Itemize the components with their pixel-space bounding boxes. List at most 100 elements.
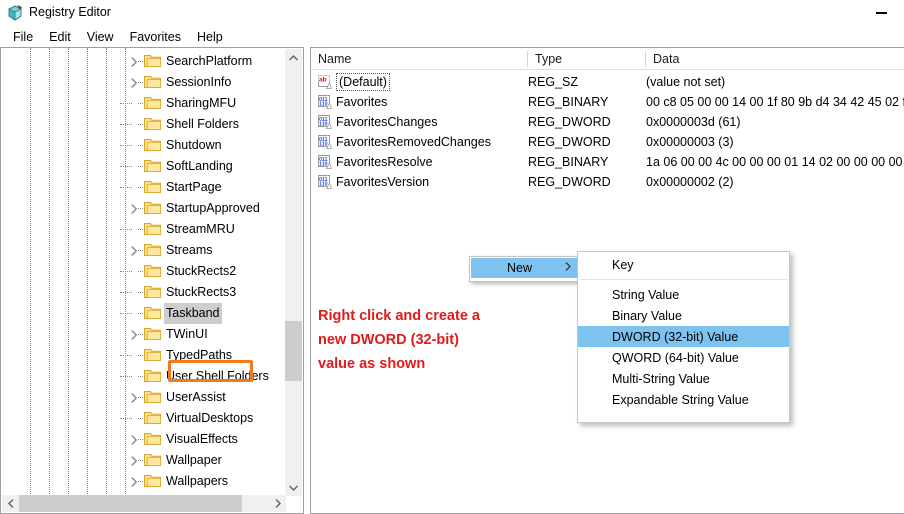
tree-connector-line (120, 229, 132, 230)
column-header-data[interactable]: Data (646, 48, 904, 70)
tree-horizontal-scrollbar[interactable] (2, 495, 286, 512)
context-menu-item-new[interactable]: New (471, 258, 579, 278)
tree-item-taskband[interactable]: Taskband (1, 303, 286, 324)
folder-icon (144, 96, 161, 110)
folder-icon (144, 348, 161, 362)
value-type: REG_BINARY (528, 155, 609, 169)
value-row[interactable]: 011 110 FavoritesResolve REG_BINARY 1a 06 00… (311, 152, 904, 172)
main-content: SearchPlatform SessionInfo SharingMFU Shell… (0, 47, 904, 514)
value-row[interactable]: 011 110 FavoritesChanges REG_DWORD 0x0000003… (311, 112, 904, 132)
submenu-item-label: Binary Value (612, 308, 682, 323)
column-header-name[interactable]: Name (311, 48, 528, 70)
tree-item-label: SoftLanding (166, 159, 233, 173)
tree-item-virtualdesktops[interactable]: VirtualDesktops (1, 408, 286, 429)
tree-item-stuckrects2[interactable]: StuckRects2 (1, 261, 286, 282)
scroll-up-arrow-icon[interactable] (285, 49, 302, 66)
tree-connector-dash (138, 334, 143, 335)
tree-item-label: Wallpapers (166, 474, 229, 488)
tree-connector-line (120, 355, 132, 356)
value-row[interactable]: 011 110 FavoritesRemovedChanges REG_DWORD 0x… (311, 132, 904, 152)
value-type: REG_DWORD (528, 115, 611, 129)
scroll-right-arrow-icon[interactable] (269, 495, 286, 512)
menu-view[interactable]: View (79, 28, 122, 46)
menu-edit[interactable]: Edit (41, 28, 79, 46)
svg-text:110: 110 (319, 101, 327, 107)
tree-item-label: TypedPaths (166, 348, 233, 362)
tree-item-label: StartPage (166, 180, 222, 194)
value-row[interactable]: ab (Default) REG_SZ (value not set) (311, 72, 904, 92)
tree-item-label: Wallpaper (166, 453, 222, 467)
instruction-annotation: Right click and create a new DWORD (32-b… (318, 308, 480, 372)
tree-hscroll-thumb[interactable] (19, 495, 242, 512)
tree-item-startupapproved[interactable]: StartupApproved (1, 198, 286, 219)
value-name: Favorites (336, 95, 388, 109)
tree-item-label: VisualEffects (166, 432, 238, 446)
tree-connector-line (120, 166, 132, 167)
tree-connector-dash (138, 418, 143, 419)
tree-item-softlanding[interactable]: SoftLanding (1, 156, 286, 177)
tree-item-label: VirtualDesktops (166, 411, 254, 425)
submenu-item-dword-32-bit-value[interactable]: DWORD (32-bit) Value (578, 326, 789, 347)
tree-item-user-shell-folders[interactable]: User Shell Folders (1, 366, 286, 387)
tree-item-searchplatform[interactable]: SearchPlatform (1, 51, 286, 72)
tree-item-streammru[interactable]: StreamMRU (1, 219, 286, 240)
scroll-left-arrow-icon[interactable] (2, 495, 19, 512)
tree-item-sessioninfo[interactable]: SessionInfo (1, 72, 286, 93)
value-type: REG_DWORD (528, 135, 611, 149)
tree-item-twinui[interactable]: TWinUI (1, 324, 286, 345)
tree-item-label: User Shell Folders (166, 369, 269, 383)
registry-tree[interactable]: SearchPlatform SessionInfo SharingMFU Shell… (1, 48, 286, 496)
tree-connector-dash (138, 103, 143, 104)
tree-item-shell-folders[interactable]: Shell Folders (1, 114, 286, 135)
tree-connector-line (120, 418, 132, 419)
menu-file[interactable]: File (5, 28, 41, 46)
submenu-item-multi-string-value[interactable]: Multi-String Value (578, 368, 789, 389)
scroll-down-arrow-icon[interactable] (285, 479, 302, 496)
tree-item-userassist[interactable]: UserAssist (1, 387, 286, 408)
menu-bar: File Edit View Favorites Help (0, 26, 904, 47)
submenu-item-expandable-string-value[interactable]: Expandable String Value (578, 389, 789, 410)
folder-icon (144, 243, 161, 257)
value-row[interactable]: 011 110 Favorites REG_BINARY 00 c8 05 00 00 … (311, 92, 904, 112)
value-name: FavoritesVersion (336, 175, 430, 189)
folder-icon (144, 474, 161, 488)
folder-icon (144, 75, 161, 89)
tree-connector-line (120, 145, 132, 146)
submenu-item-binary-value[interactable]: Binary Value (578, 305, 789, 326)
registry-tree-pane: SearchPlatform SessionInfo SharingMFU Shell… (0, 47, 304, 514)
svg-text:110: 110 (319, 161, 327, 167)
tree-connector-dash (138, 355, 143, 356)
tree-connector-dash (138, 460, 143, 461)
minimize-button[interactable] (858, 0, 904, 26)
tree-item-wallpaper[interactable]: Wallpaper (1, 450, 286, 471)
tree-item-label: SessionInfo (166, 75, 232, 89)
registry-editor-icon (6, 4, 24, 22)
folder-icon (144, 264, 161, 278)
tree-item-visualeffects[interactable]: VisualEffects (1, 429, 286, 450)
submenu-item-key[interactable]: Key (578, 254, 789, 275)
tree-item-sharingmfu[interactable]: SharingMFU (1, 93, 286, 114)
binary-value-icon: 011 110 (318, 155, 333, 169)
tree-scroll-thumb[interactable] (285, 321, 302, 381)
tree-item-shutdown[interactable]: Shutdown (1, 135, 286, 156)
string-value-icon: ab (318, 75, 333, 89)
tree-item-startpage[interactable]: StartPage (1, 177, 286, 198)
submenu-item-qword-64-bit-value[interactable]: QWORD (64-bit) Value (578, 347, 789, 368)
tree-item-label: SharingMFU (166, 96, 237, 110)
value-row[interactable]: 011 110 FavoritesVersion REG_DWORD 0x0000000… (311, 172, 904, 192)
tree-item-label: StuckRects3 (166, 285, 237, 299)
tree-connector-dash (138, 292, 143, 293)
submenu-item-string-value[interactable]: String Value (578, 284, 789, 305)
registry-editor-window: Registry Editor File Edit View Favorites… (0, 0, 904, 514)
column-header-type[interactable]: Type (528, 48, 646, 70)
tree-item-typedpaths[interactable]: TypedPaths (1, 345, 286, 366)
menu-help[interactable]: Help (189, 28, 231, 46)
menu-favorites[interactable]: Favorites (122, 28, 189, 46)
svg-text:110: 110 (319, 121, 327, 127)
submenu-item-label: Expandable String Value (612, 392, 749, 407)
tree-item-stuckrects3[interactable]: StuckRects3 (1, 282, 286, 303)
tree-connector-line (120, 292, 132, 293)
tree-item-wallpapers[interactable]: Wallpapers (1, 471, 286, 492)
tree-vertical-scrollbar[interactable] (285, 49, 302, 496)
tree-item-streams[interactable]: Streams (1, 240, 286, 261)
